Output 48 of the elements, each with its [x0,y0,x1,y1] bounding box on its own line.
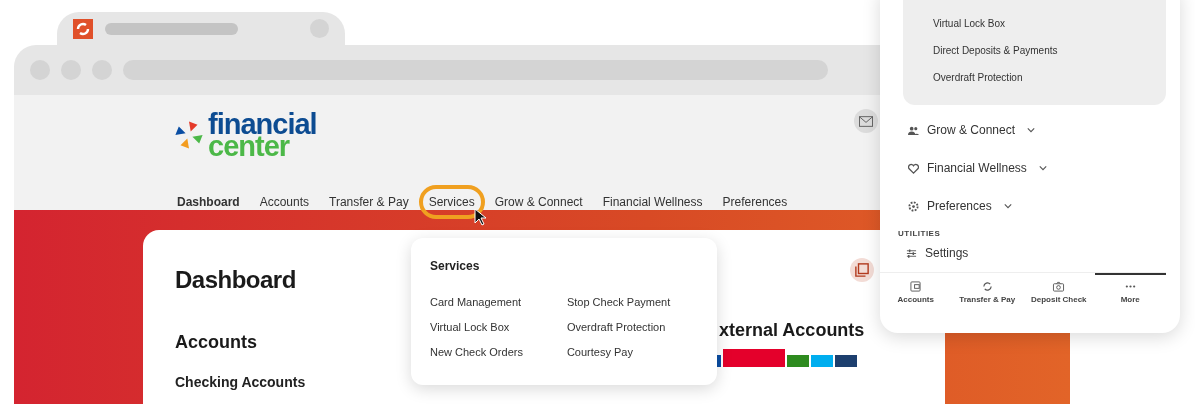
sync-icon [980,281,994,292]
camera-icon [1052,281,1066,292]
dropdown-item[interactable]: Courtesy Pay [566,346,671,358]
favicon-icon [73,18,93,39]
nav-link[interactable]: Grow & Connect [484,185,593,219]
heart-icon [908,162,919,174]
mail-icon [859,115,873,127]
bookmark-button[interactable] [850,258,874,282]
people-icon [908,124,919,136]
dropdown-item[interactable]: New Check Orders [430,346,523,358]
cursor-icon [474,208,486,226]
chevron-down-icon [1027,127,1036,133]
gear-icon [908,200,919,212]
submenu-item[interactable]: Direct Deposits & Payments [933,45,1166,56]
dropdown-item[interactable]: Overdraft Protection [566,321,671,333]
nav-link[interactable]: Financial Wellness [592,185,713,219]
wallet-icon [909,281,923,292]
bottom-tab[interactable]: Accounts [880,273,952,317]
page-title: Dashboard [175,266,297,294]
copy-icon [855,263,869,277]
nav-link[interactable]: Accounts [249,185,320,219]
section-label: UTILITIES [897,229,942,238]
bottom-tab[interactable]: Deposit Check [1023,273,1095,317]
dropdown-title: Services [430,259,481,273]
logo-text: center [208,135,290,157]
menu-item[interactable]: Grow & Connect [880,111,1166,149]
menu-item[interactable]: Preferences [880,187,1166,225]
dropdown-item[interactable]: Card Management [430,296,523,308]
submenu-item[interactable]: Overdraft Protection [933,72,1166,83]
subsection-heading: Checking Accounts [175,375,307,389]
submenu-item[interactable]: Virtual Lock Box [933,18,1166,29]
dropdown-item[interactable]: Stop Check Payment [566,296,671,308]
section-heading: Accounts [175,332,257,353]
bottom-tab[interactable]: Transfer & Pay [951,273,1023,317]
menu-item[interactable]: Settings [880,238,1166,268]
nav-link[interactable]: Transfer & Pay [319,185,419,219]
nav-link[interactable]: Dashboard [170,185,250,219]
sliders-icon [906,247,917,259]
browser-tab[interactable] [57,12,345,45]
nav-link[interactable]: Preferences [712,185,798,219]
section-heading: xternal Accounts [719,320,865,341]
bottom-tab[interactable]: More [1094,273,1166,317]
menu-item[interactable]: Financial Wellness [880,149,1166,187]
chevron-down-icon [1038,165,1047,171]
chevron-down-icon [1003,203,1012,209]
mail-button[interactable] [854,109,878,133]
logo-text: financial [208,113,317,135]
dropdown-item[interactable]: Virtual Lock Box [430,321,523,333]
